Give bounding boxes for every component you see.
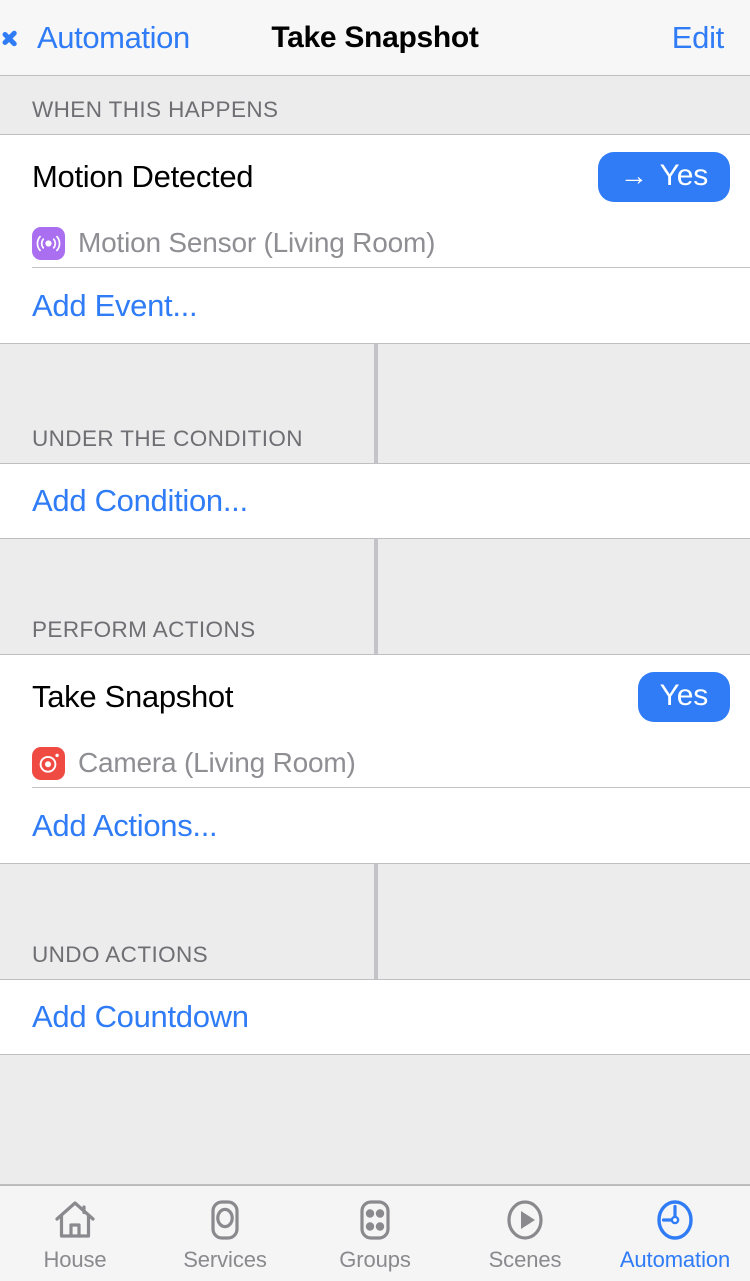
section-header-label: UNDER THE CONDITION	[32, 426, 303, 451]
row-separator	[32, 787, 750, 788]
add-actions-button[interactable]: Add Actions...	[0, 788, 750, 863]
tab-house-label: House	[43, 1247, 107, 1272]
camera-icon	[32, 746, 65, 780]
automation-detail-list: WHEN THIS HAPPENS Motion Detected → Yes	[0, 76, 750, 1185]
add-event-button[interactable]: Add Event...	[0, 268, 750, 343]
trigger-row[interactable]: Motion Detected → Yes Motion Sensor (Liv…	[0, 135, 750, 268]
action-accessory-label: Camera (Living Room)	[78, 747, 356, 778]
undo-section: Add Countdown	[0, 980, 750, 1054]
section-vertical-divider	[374, 344, 378, 463]
condition-section: Add Condition...	[0, 464, 750, 538]
section-header-label: UNDO ACTIONS	[32, 942, 209, 967]
trigger-accessory: Motion Sensor (Living Room)	[0, 219, 750, 267]
edit-button[interactable]: Edit	[672, 0, 725, 75]
add-condition-button[interactable]: Add Condition...	[0, 464, 750, 538]
add-countdown-button[interactable]: Add Countdown	[0, 980, 750, 1054]
clock-icon	[650, 1195, 700, 1245]
back-button-label: Automation	[37, 20, 190, 55]
trigger-section: Motion Detected → Yes Motion Sensor (Liv…	[0, 135, 750, 343]
trigger-row-main: Motion Detected → Yes	[0, 135, 750, 219]
action-accessory: Camera (Living Room)	[0, 739, 750, 787]
add-actions-label: Add Actions...	[32, 807, 218, 843]
tab-services[interactable]: Services	[150, 1186, 300, 1281]
arrow-right-icon: →	[619, 160, 648, 191]
action-title: Take Snapshot	[32, 679, 234, 714]
app-screen: Automation Take Snapshot Edit WHEN THIS …	[0, 0, 750, 1281]
section-vertical-divider	[374, 539, 378, 654]
action-row-main: Take Snapshot Yes	[0, 655, 750, 739]
motion-sensor-icon	[32, 226, 65, 260]
tab-house[interactable]: House	[0, 1186, 150, 1281]
section-header-undo-actions: UNDO ACTIONS	[0, 863, 750, 980]
section-header-label: PERFORM ACTIONS	[32, 617, 256, 642]
groups-icon	[350, 1195, 400, 1245]
section-header-perform-actions: PERFORM ACTIONS	[0, 538, 750, 655]
services-icon	[200, 1195, 250, 1245]
trigger-pill-label: Yes	[659, 159, 709, 192]
tab-bar: House Services Groups Scenes Automation	[0, 1185, 750, 1281]
tab-automation-label: Automation	[619, 1247, 731, 1272]
back-button[interactable]: Automation	[14, 0, 190, 75]
add-condition-label: Add Condition...	[32, 483, 248, 518]
trigger-value-pill[interactable]: → Yes	[597, 152, 730, 202]
house-icon	[50, 1195, 100, 1245]
add-event-label: Add Event...	[32, 287, 198, 323]
action-pill-label: Yes	[659, 679, 709, 712]
action-section: Take Snapshot Yes Camera (Living Room) A…	[0, 655, 750, 863]
tab-scenes[interactable]: Scenes	[450, 1186, 600, 1281]
chevron-left-icon	[14, 23, 30, 53]
add-countdown-label: Add Countdown	[32, 999, 249, 1034]
action-row[interactable]: Take Snapshot Yes Camera (Living Room)	[0, 655, 750, 788]
scenes-play-icon	[500, 1195, 550, 1245]
tab-services-label: Services	[183, 1247, 267, 1272]
tab-groups-label: Groups	[339, 1247, 411, 1272]
list-footer-space	[0, 1054, 750, 1185]
section-header-when-this-happens: WHEN THIS HAPPENS	[0, 76, 750, 135]
section-header-label: WHEN THIS HAPPENS	[32, 97, 279, 122]
tab-groups[interactable]: Groups	[300, 1186, 450, 1281]
navigation-bar: Automation Take Snapshot Edit	[0, 0, 750, 76]
trigger-accessory-label: Motion Sensor (Living Room)	[78, 227, 436, 258]
section-vertical-divider	[374, 864, 378, 979]
tab-automation[interactable]: Automation	[600, 1186, 750, 1281]
tab-scenes-label: Scenes	[488, 1247, 562, 1272]
section-header-under-the-condition: UNDER THE CONDITION	[0, 343, 750, 464]
trigger-title: Motion Detected	[32, 159, 254, 194]
action-value-pill[interactable]: Yes	[637, 672, 730, 722]
row-separator	[32, 267, 750, 268]
